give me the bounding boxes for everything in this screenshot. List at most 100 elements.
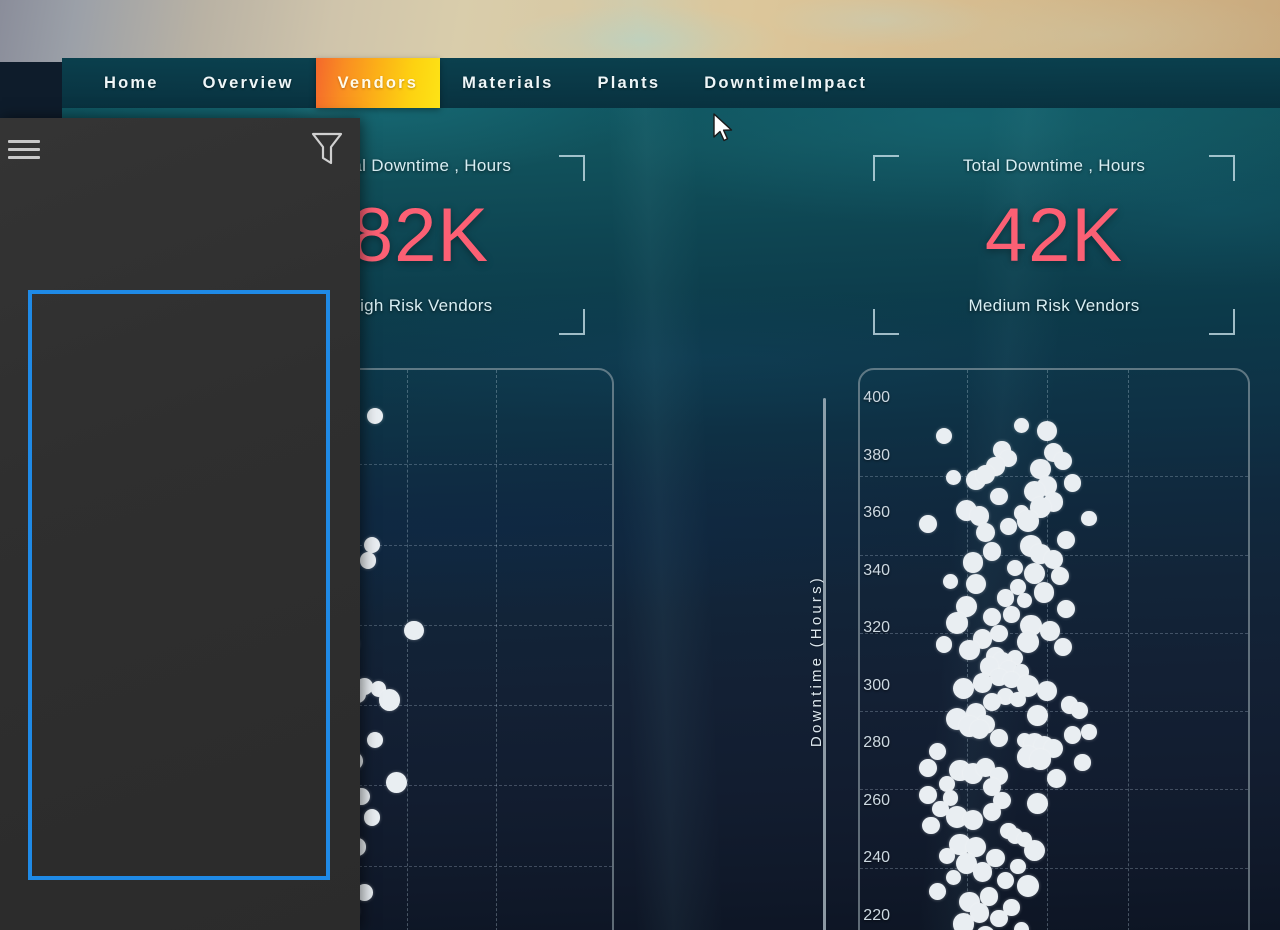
scatter-point (983, 608, 1002, 627)
scatter-point (1081, 724, 1097, 741)
scatter-point (942, 573, 959, 590)
scatter-point (969, 719, 990, 740)
scatter-point (918, 786, 937, 805)
kpi-value: 42K (984, 193, 1124, 278)
scatter-point (976, 465, 996, 485)
scatter-point (962, 809, 984, 831)
scatter-point (972, 862, 993, 882)
scatter-point (972, 673, 993, 693)
y-axis-line (823, 398, 826, 930)
chart-panel-medium-risk[interactable] (858, 368, 1250, 930)
scatter-point (935, 636, 953, 653)
filter-sidebar (0, 118, 360, 930)
scatter-point (359, 552, 377, 569)
scatter-point (1057, 531, 1076, 550)
nav-item-materials[interactable]: Materials (440, 58, 575, 108)
scatter-point (1023, 839, 1045, 861)
corner-bracket-icon (873, 309, 899, 335)
gridline-vertical (495, 370, 497, 930)
scatter-point (989, 909, 1008, 928)
scatter-point (939, 847, 956, 864)
kpi-subtitle: Medium Risk Vendors (968, 296, 1140, 315)
scatter-point (929, 743, 946, 760)
scatter-point (1053, 451, 1073, 471)
scatter-point (983, 542, 1002, 561)
gridline-vertical (1127, 370, 1129, 930)
scatter-point (1053, 638, 1073, 657)
scatter-point (363, 536, 380, 553)
scatter-point (922, 816, 940, 835)
scatter-point (1030, 749, 1051, 770)
scatter-point (1006, 559, 1023, 576)
corner-bracket-icon (559, 309, 585, 335)
scatter-point (1013, 417, 1029, 434)
scatter-point (1026, 705, 1048, 727)
corner-bracket-icon (873, 155, 899, 181)
scatter-point (1013, 921, 1029, 930)
scatter-point (1057, 599, 1076, 618)
scatter-point (945, 611, 968, 634)
scatter-point (1070, 702, 1088, 719)
scatter-point (983, 802, 1002, 821)
scatter-point (918, 515, 937, 533)
corner-bracket-icon (1209, 309, 1235, 335)
nav-item-downtimeimpact[interactable]: DowntimeImpact (682, 58, 889, 108)
corner-bracket-icon (1209, 155, 1235, 181)
scatter-point (1037, 420, 1057, 441)
scatter-point (1026, 793, 1048, 814)
scatter-point (1064, 474, 1082, 492)
dashboard-root: Home Overview Vendors Materials Plants Downti… (0, 0, 1280, 930)
nav-item-vendors[interactable]: Vendors (315, 58, 441, 108)
scatter-point (1016, 874, 1039, 897)
gridline-horizontal (860, 789, 1248, 791)
scatter-point (367, 732, 384, 748)
scatter-point (363, 809, 380, 826)
scatter-point (962, 552, 984, 573)
scatter-point (976, 522, 996, 542)
scatter-point (989, 487, 1008, 506)
scatter-point (999, 518, 1017, 536)
sidebar-header (0, 118, 360, 180)
gridline-vertical (407, 370, 408, 930)
funnel-icon[interactable] (310, 130, 344, 168)
scatter-point (929, 882, 946, 900)
scatter-point (1010, 691, 1026, 708)
background-top-strip (0, 0, 1280, 62)
nav-item-home[interactable]: Home (82, 58, 181, 108)
scatter-point (404, 620, 424, 640)
scatter-point (1037, 681, 1057, 702)
nav-item-plants[interactable]: Plants (576, 58, 683, 108)
main-navigation: Home Overview Vendors Materials Plants Downti… (62, 58, 1280, 108)
scatter-point (952, 913, 974, 930)
kpi-card-medium-risk: Total Downtime , Hours 42K Medium Risk V… (873, 150, 1235, 335)
scatter-point (976, 925, 996, 930)
scatter-point (1040, 621, 1060, 641)
scatter-point (378, 689, 401, 711)
nav-item-overview[interactable]: Overview (181, 58, 316, 108)
scatter-point (959, 639, 981, 661)
scatter-point (989, 624, 1008, 643)
scatter-point (1047, 769, 1067, 789)
hamburger-icon[interactable] (8, 140, 40, 160)
scatter-point (1074, 754, 1091, 771)
scatter-point (1003, 606, 1020, 623)
scatter-point (1023, 562, 1045, 584)
scatter-point (983, 692, 1002, 712)
scatter-point (966, 574, 987, 595)
scatter-point (385, 772, 407, 794)
scatter-point (1010, 858, 1026, 875)
filter-group-selection[interactable] (28, 290, 330, 880)
scatter-point (918, 758, 937, 777)
scatter-point (952, 677, 974, 700)
scatter-point (1064, 726, 1082, 744)
scatter-point (1033, 582, 1054, 603)
scatter-point (1050, 566, 1070, 586)
scatter-point (1081, 510, 1097, 527)
scatter-point (946, 469, 962, 486)
gridline-horizontal (860, 867, 1248, 869)
corner-bracket-icon (559, 155, 585, 181)
gridline-horizontal (860, 711, 1248, 713)
scatter-plot-medium-risk (860, 370, 1248, 930)
scatter-point (989, 728, 1008, 747)
scatter-point (935, 428, 953, 445)
